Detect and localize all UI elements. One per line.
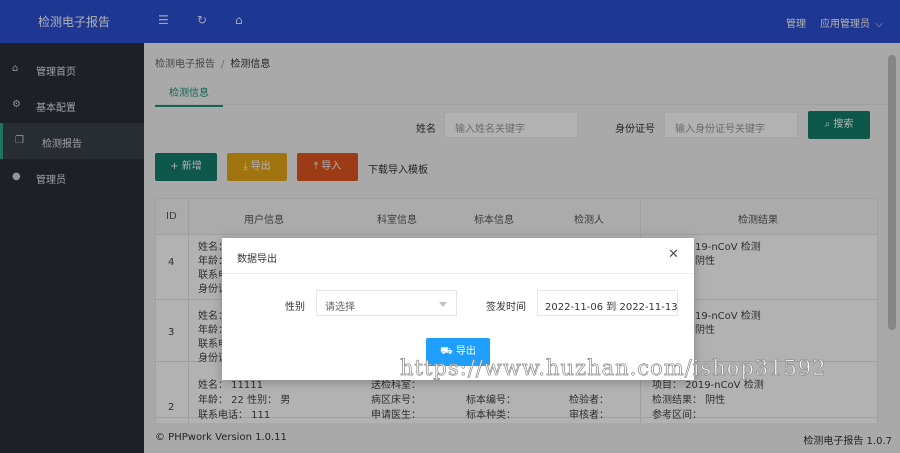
- issue-date-range-input[interactable]: 2022-11-06 到 2022-11-13: [537, 290, 678, 316]
- gender-select-value: 请选择: [325, 302, 355, 313]
- caret-down-icon: [439, 302, 447, 307]
- gender-label: 性别: [285, 302, 305, 313]
- dialog-title: 数据导出: [237, 254, 277, 265]
- gender-select[interactable]: 请选择: [316, 290, 457, 316]
- issue-date-label: 签发时间: [486, 302, 526, 313]
- dialog-header: 数据导出 ✕: [222, 238, 694, 274]
- close-icon[interactable]: ✕: [668, 247, 679, 262]
- watermark-text: https://www.huzhan.com/ishop31592: [400, 356, 827, 381]
- modal-overlay[interactable]: [0, 0, 900, 453]
